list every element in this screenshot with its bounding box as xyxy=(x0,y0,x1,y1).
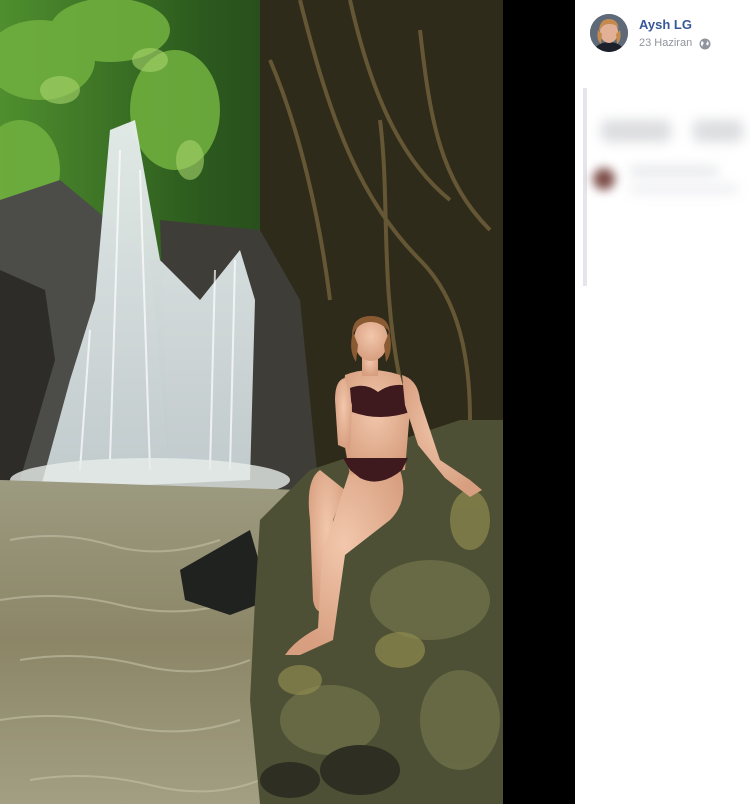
post-header: Aysh LG 23 Haziran xyxy=(590,14,711,52)
post-photo[interactable] xyxy=(0,0,503,804)
author-name-link[interactable]: Aysh LG xyxy=(639,17,711,33)
post-date-link[interactable]: 23 Haziran xyxy=(639,36,692,50)
post-meta: 23 Haziran xyxy=(639,36,711,50)
photo-viewer xyxy=(0,0,575,804)
avatar[interactable] xyxy=(590,14,628,52)
blurred-avatar xyxy=(593,168,615,190)
comments-divider xyxy=(583,88,587,286)
blurred-text xyxy=(629,166,719,176)
globe-icon[interactable] xyxy=(699,37,711,50)
author-block: Aysh LG 23 Haziran xyxy=(639,17,711,50)
blurred-text xyxy=(601,120,671,142)
blurred-text xyxy=(629,184,739,194)
blurred-comments xyxy=(583,88,750,288)
blurred-text xyxy=(693,120,743,142)
post-sidebar: Aysh LG 23 Haziran xyxy=(575,0,750,804)
